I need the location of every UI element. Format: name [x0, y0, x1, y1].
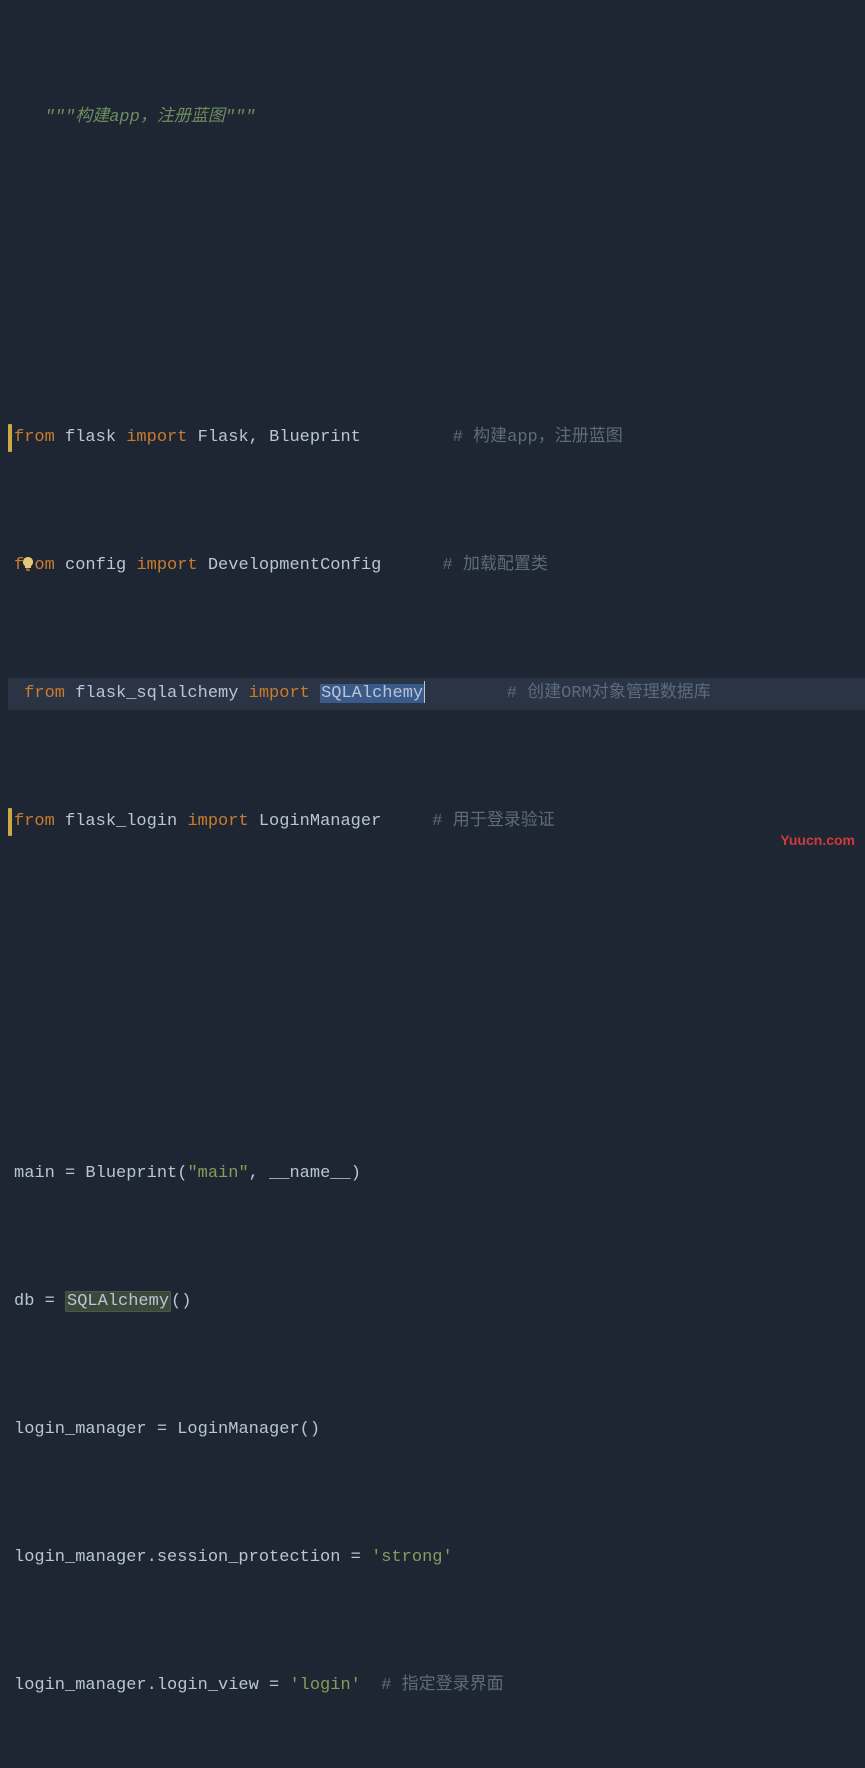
text-cursor	[424, 681, 425, 703]
blank-line[interactable]	[8, 294, 865, 326]
blank-line[interactable]	[8, 1030, 865, 1062]
gutter-warning-icon	[8, 424, 12, 452]
docstring: """构建app，注册蓝图"""	[45, 108, 256, 127]
code-line[interactable]: main = Blueprint("main", __name__)	[8, 1158, 865, 1190]
reference-highlight: SQLAlchemy	[65, 1291, 171, 1312]
import-line[interactable]: from flask import Flask, Blueprint # 构建a…	[8, 422, 865, 454]
code-line[interactable]: login_manager.login_view = 'login' # 指定登…	[8, 1670, 865, 1702]
watermark: Yuucn.com	[780, 824, 855, 856]
code-line[interactable]: """构建app，注册蓝图"""	[8, 102, 865, 134]
import-line[interactable]: from flask_login import LoginManager # 用…	[8, 806, 865, 838]
import-line-active[interactable]: from flask_sqlalchemy import SQLAlchemy …	[8, 678, 865, 710]
code-line[interactable]: login_manager = LoginManager()	[8, 1414, 865, 1446]
code-line[interactable]: login_manager.session_protection = 'stro…	[8, 1542, 865, 1574]
blank-line[interactable]	[8, 198, 865, 230]
code-editor[interactable]: """构建app，注册蓝图""" from flask import Flask…	[0, 0, 865, 1768]
import-line[interactable]: from config import DevelopmentConfig # 加…	[8, 550, 865, 582]
lightbulb-icon[interactable]	[20, 556, 36, 572]
selected-text: SQLAlchemy	[320, 684, 424, 703]
code-line[interactable]: db = SQLAlchemy()	[8, 1286, 865, 1318]
blank-line[interactable]	[8, 934, 865, 966]
gutter-warning-icon	[8, 808, 12, 836]
